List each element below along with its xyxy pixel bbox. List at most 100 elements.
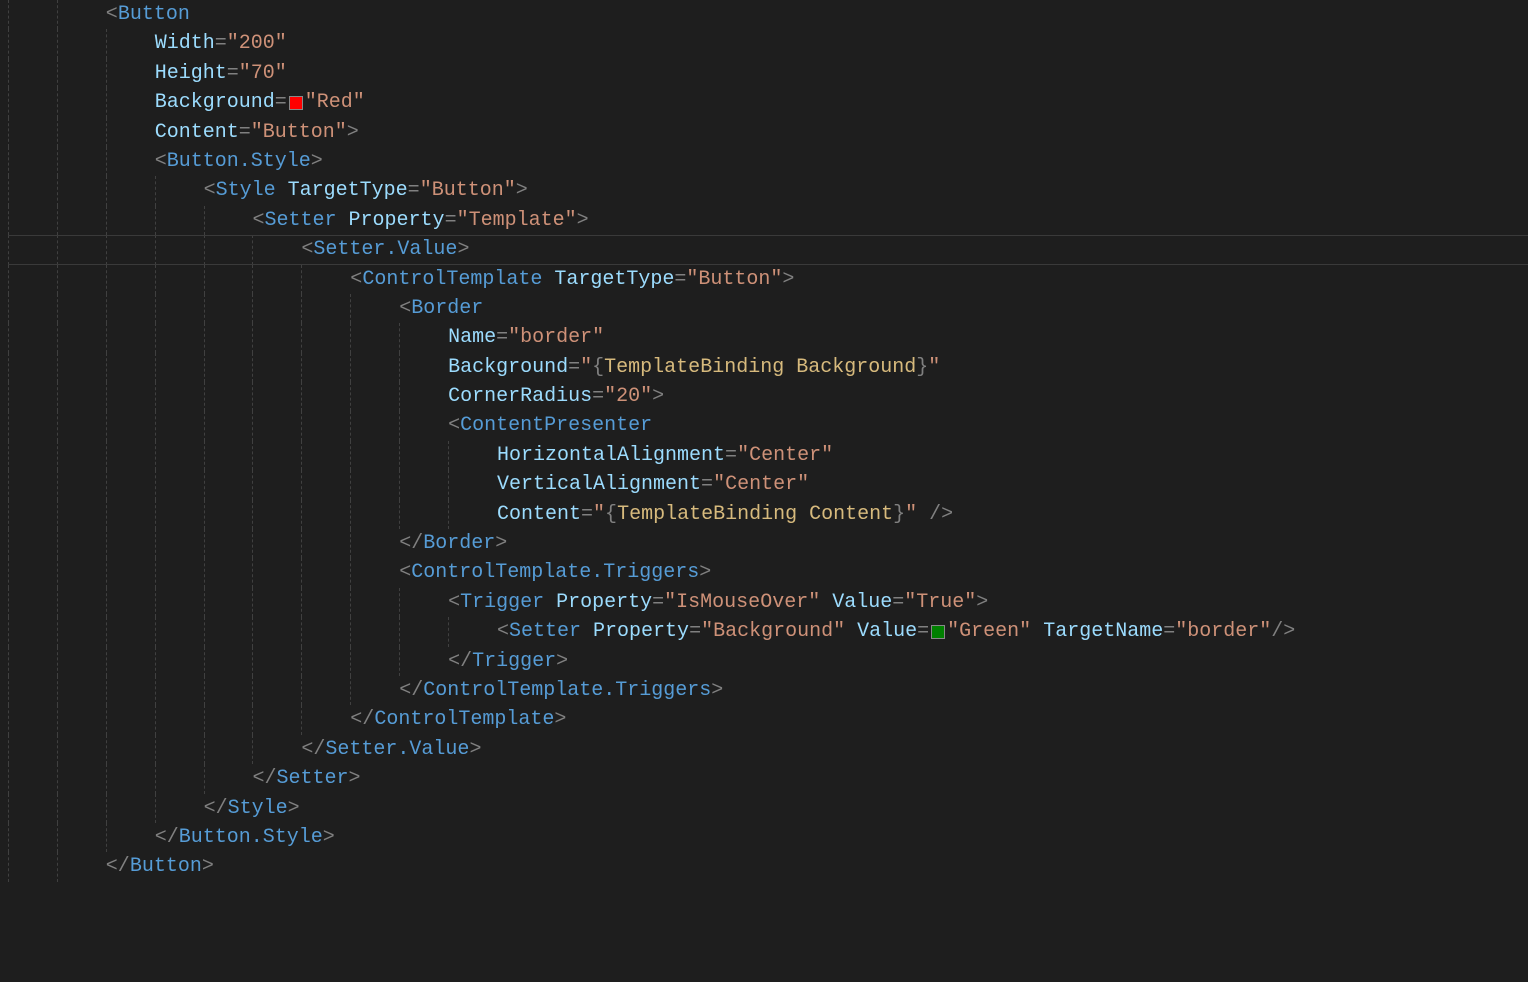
code-content: Width="200" (155, 29, 287, 58)
token-att: Value (857, 617, 917, 646)
code-line[interactable]: Height="70" (8, 59, 1528, 88)
token-p: = (592, 382, 604, 411)
token-p: = (674, 265, 686, 294)
code-editor[interactable]: <ButtonWidth="200"Height="70"Background=… (0, 0, 1528, 882)
code-content: Content="Button"> (155, 118, 359, 147)
token-tag: Button.Style (179, 823, 323, 852)
token-att: Name (448, 323, 496, 352)
color-swatch-icon (289, 96, 303, 110)
indent-guides (8, 529, 399, 558)
code-line[interactable]: Content="Button"> (8, 118, 1528, 147)
code-line[interactable]: </Setter> (8, 764, 1528, 793)
token-str: "Center" (713, 470, 809, 499)
code-line[interactable]: Background="Red" (8, 88, 1528, 117)
code-line[interactable]: <Setter.Value> (8, 235, 1528, 264)
token-p: </ (204, 794, 228, 823)
token-att: TargetType (288, 176, 408, 205)
token-p (581, 617, 593, 646)
indent-guides (8, 823, 155, 852)
token-att: CornerRadius (448, 382, 592, 411)
token-p: = (1163, 617, 1175, 646)
token-att: HorizontalAlignment (497, 441, 725, 470)
code-line[interactable]: <ContentPresenter (8, 411, 1528, 440)
indent-guides (8, 29, 155, 58)
code-line[interactable]: </Setter.Value> (8, 735, 1528, 764)
token-p: > (782, 265, 794, 294)
indent-guides (8, 235, 301, 264)
token-str: "border" (1175, 617, 1271, 646)
code-content: </ControlTemplate> (350, 705, 566, 734)
code-content: </Trigger> (448, 647, 568, 676)
token-p: = (227, 59, 239, 88)
token-p (544, 588, 556, 617)
token-tag: Style (216, 176, 276, 205)
indent-guides (8, 470, 497, 499)
token-str: "Button" (420, 176, 516, 205)
token-p: > (323, 823, 335, 852)
token-att: Property (556, 588, 652, 617)
code-line[interactable]: <Button.Style> (8, 147, 1528, 176)
code-line[interactable]: </Trigger> (8, 647, 1528, 676)
code-line[interactable]: <ControlTemplate TargetType="Button"> (8, 265, 1528, 294)
code-content: <ControlTemplate.Triggers> (399, 558, 711, 587)
code-line[interactable]: </Border> (8, 529, 1528, 558)
token-p: </ (301, 735, 325, 764)
code-line[interactable]: VerticalAlignment="Center" (8, 470, 1528, 499)
token-str: "Template" (457, 206, 577, 235)
token-p: } (893, 500, 905, 529)
token-p: = (445, 206, 457, 235)
token-p: < (350, 265, 362, 294)
token-p: { (605, 500, 617, 529)
token-tag: Setter.Value (313, 235, 457, 264)
code-line[interactable]: Background="{TemplateBinding Background}… (8, 353, 1528, 382)
code-line[interactable]: </ControlTemplate> (8, 705, 1528, 734)
token-tag: Style (228, 794, 288, 823)
token-p: = (581, 500, 593, 529)
code-content: <Setter Property="Background" Value="Gre… (497, 617, 1295, 646)
token-str: " (928, 353, 940, 382)
code-line[interactable]: </Button> (8, 852, 1528, 881)
token-str: "Center" (737, 441, 833, 470)
token-tag: Setter (509, 617, 581, 646)
token-str: "Green" (947, 617, 1031, 646)
code-line[interactable]: <Border (8, 294, 1528, 323)
token-str: "Button" (251, 118, 347, 147)
token-tag: Trigger (472, 647, 556, 676)
code-line[interactable]: Width="200" (8, 29, 1528, 58)
code-line[interactable]: </ControlTemplate.Triggers> (8, 676, 1528, 705)
token-p: < (448, 411, 460, 440)
token-bind: TemplateBinding (604, 353, 784, 382)
token-p (276, 176, 288, 205)
token-att: Value (832, 588, 892, 617)
code-line[interactable]: Content="{TemplateBinding Content}" /> (8, 500, 1528, 529)
code-line[interactable]: <Button (8, 0, 1528, 29)
code-line[interactable]: CornerRadius="20"> (8, 382, 1528, 411)
token-p: } (916, 353, 928, 382)
token-att: Content (155, 118, 239, 147)
code-content: <Style TargetType="Button"> (204, 176, 528, 205)
code-line[interactable]: <ControlTemplate.Triggers> (8, 558, 1528, 587)
token-str: "20" (604, 382, 652, 411)
token-p: = (239, 118, 251, 147)
code-line[interactable]: HorizontalAlignment="Center" (8, 441, 1528, 470)
token-p: < (399, 558, 411, 587)
code-line[interactable]: <Style TargetType="Button"> (8, 176, 1528, 205)
indent-guides (8, 353, 448, 382)
token-p: > (288, 794, 300, 823)
code-line[interactable]: </Style> (8, 794, 1528, 823)
code-content: Height="70" (155, 59, 287, 88)
token-p: = (408, 176, 420, 205)
token-p: < (106, 0, 118, 29)
token-att: Background (448, 353, 568, 382)
token-p: = (275, 88, 287, 117)
token-tag: Setter (277, 764, 349, 793)
code-content: HorizontalAlignment="Center" (497, 441, 833, 470)
token-tag: Setter (265, 206, 337, 235)
code-line[interactable]: </Button.Style> (8, 823, 1528, 852)
code-line[interactable]: Name="border" (8, 323, 1528, 352)
code-line[interactable]: <Setter Property="Background" Value="Gre… (8, 617, 1528, 646)
code-line[interactable]: <Trigger Property="IsMouseOver" Value="T… (8, 588, 1528, 617)
token-p: = (496, 323, 508, 352)
code-line[interactable]: <Setter Property="Template"> (8, 206, 1528, 235)
token-p: > (469, 735, 481, 764)
